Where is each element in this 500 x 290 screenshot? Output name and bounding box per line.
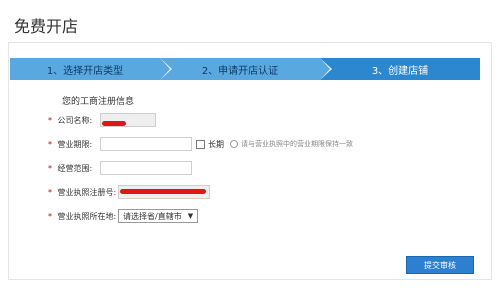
business-term-label: * 营业期限: — [48, 139, 93, 149]
step-1: 1、选择开店类型 — [10, 58, 172, 80]
license-location-label: * 营业执照所在地: — [48, 211, 117, 221]
step-3-label: 3、创建店铺 — [371, 65, 429, 77]
row-business-term: * 营业期限: 长期 请与营业执照中的营业期限保持一致 — [48, 136, 353, 152]
step-1-label: 1、选择开店类型 — [46, 65, 124, 77]
row-business-scope: * 经营范围: — [48, 160, 192, 176]
required-marker: * — [48, 187, 52, 197]
required-marker: * — [48, 211, 52, 221]
step-2: 2、申请开店认证 — [160, 58, 332, 80]
row-license-location: * 营业执照所在地: 请选择省/直辖市 ▼ — [48, 208, 199, 224]
long-term-label: 长期 — [208, 139, 224, 149]
page-title: 免费开店 — [14, 17, 79, 36]
chevron-down-icon: ▼ — [187, 212, 194, 220]
step-2-label: 2、申请开店认证 — [201, 65, 279, 77]
long-term-checkbox[interactable] — [196, 139, 205, 149]
info-icon — [230, 140, 238, 148]
header: 免费开店 — [8, 8, 492, 43]
required-marker: * — [48, 115, 52, 125]
license-number-label: * 营业执照注册号: — [48, 187, 117, 197]
province-select-value: 请选择省/直辖市 — [123, 211, 182, 221]
required-marker: * — [48, 163, 52, 173]
required-marker: * — [48, 139, 52, 149]
business-scope-input[interactable] — [100, 161, 192, 175]
province-select[interactable]: 请选择省/直辖市 ▼ — [118, 209, 199, 223]
step-2-arrow — [320, 58, 330, 80]
license-number-redaction — [120, 189, 206, 194]
company-name-label: * 公司名称: — [48, 115, 93, 125]
company-name-redaction — [102, 121, 126, 126]
page: 免费开店 1、选择开店类型 2、申请开店认证 3、创建店铺 您的工商注册信息 *… — [0, 0, 500, 290]
row-company-name: * 公司名称: — [48, 112, 156, 128]
step-1-arrow — [160, 58, 170, 80]
business-term-input[interactable] — [100, 137, 192, 151]
submit-review-button[interactable]: 提交审核 — [406, 256, 474, 274]
business-term-hint: 请与营业执照中的营业期限保持一致 — [241, 140, 353, 148]
step-progress: 1、选择开店类型 2、申请开店认证 3、创建店铺 — [10, 58, 480, 80]
form-section-title: 您的工商注册信息 — [62, 97, 135, 107]
step-3-active: 3、创建店铺 — [320, 58, 480, 80]
business-scope-label: * 经营范围: — [48, 163, 93, 173]
submit-review-label: 提交审核 — [424, 260, 456, 270]
